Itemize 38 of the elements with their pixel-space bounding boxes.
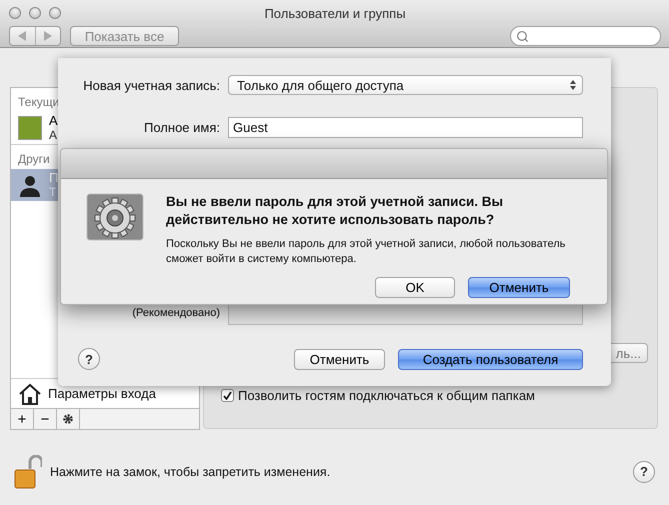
alert-message: Поскольку Вы не ввели пароль для этой учетной записи, любой пользователь сможет войти в систему компьютера. [166,237,566,267]
person-silhouette-icon [18,173,42,197]
field-label: Новая учетная запись: [82,78,220,92]
search-field[interactable] [510,26,661,46]
create-user-button[interactable]: Создать пользователя [398,348,583,370]
user-name: А [49,114,58,128]
full-name-field[interactable]: Guest [228,116,583,138]
user-name: П [49,171,58,185]
help-button[interactable]: ? [633,460,655,482]
add-button[interactable]: + [11,409,34,429]
hint-label: (Рекомендовано) [131,307,220,319]
window-title: Пользователи и группы [263,6,407,20]
photo-placeholder [18,116,42,140]
alert-title: Вы не ввели пароль для этой учетной записи. Вы действительно не хотите использовать пароль? [166,193,504,229]
cancel-button[interactable]: Отменить [294,348,385,370]
left-triangle-icon [18,31,26,41]
gear-icon [62,413,74,425]
help-button[interactable]: ? [78,348,100,370]
up-down-arrows-icon [570,80,576,90]
house-icon [18,382,42,404]
user-role: Т [49,185,58,199]
close-icon[interactable] [9,7,21,19]
minimize-icon[interactable] [29,7,41,19]
user-role: А [49,128,58,142]
remove-button[interactable]: − [34,409,57,429]
section-header: Други [17,151,51,168]
checkbox-label: Позволить гостям подключаться к общим папкам [238,388,535,403]
account-type-popup[interactable]: Только для общего доступа [228,75,583,95]
padlock-icon[interactable] [14,454,42,488]
lock-hint: Нажмите на замок, чтобы запретить изменения. [50,464,330,478]
ok-button[interactable]: OK [375,277,455,298]
right-triangle-icon [44,31,52,41]
field-label: Полное имя: [143,120,220,134]
gear-icon [86,193,144,241]
zoom-icon[interactable] [49,7,61,19]
checkbox[interactable] [221,389,234,402]
cancel-button[interactable]: Отменить [468,277,570,298]
search-icon [516,30,529,42]
